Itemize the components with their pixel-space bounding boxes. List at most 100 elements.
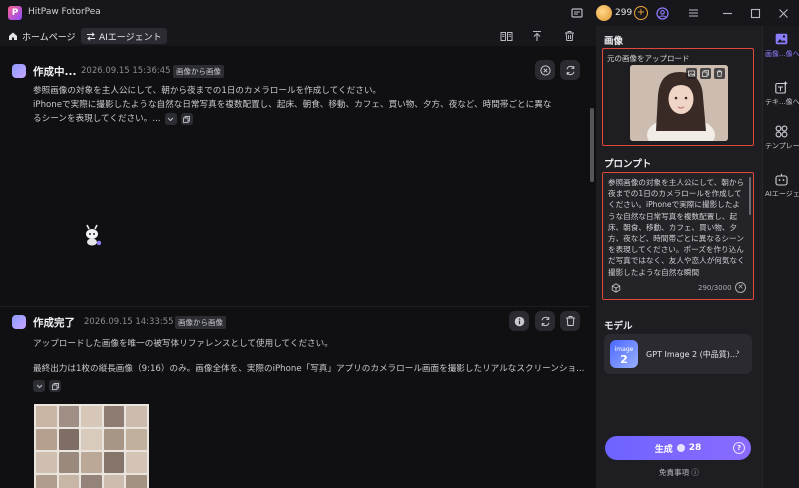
buy-credits-button[interactable]: +	[634, 6, 648, 20]
expand-prompt-button[interactable]	[164, 113, 177, 125]
photo-tile	[126, 475, 147, 488]
result-image-thumbnail[interactable]	[34, 404, 149, 488]
prompt-textarea[interactable]: 参照画像の対象を主人公にして、朝から夜までの1日のカメラロールを作成してください…	[602, 172, 754, 300]
feedback-icon[interactable]	[570, 6, 584, 20]
task-status: 作成中...	[33, 66, 77, 78]
swap-icon	[86, 31, 96, 41]
photo-tile	[36, 429, 57, 450]
ai-agent-label: AIエージェント	[99, 32, 162, 43]
model-name: GPT Image 2 (中品質)...	[646, 350, 738, 359]
photo-tile	[36, 452, 57, 473]
task-tag: 画像から画像	[175, 316, 226, 329]
model-selector[interactable]: image 2 GPT Image 2 (中品質)... ›	[604, 334, 752, 374]
photo-tile	[103, 429, 125, 450]
close-icon[interactable]	[776, 6, 790, 20]
prompt-line: 参照画像の対象を主人公にして、朝から夜までの1日のカメラロールを作成してください…	[33, 86, 382, 96]
prompt-line: アップロードした画像を唯一の被写体リファレンスとして使用してください。	[33, 339, 333, 349]
prompt-char-count: 290/3000	[698, 284, 732, 292]
app-title: HitPaw FotorPea	[28, 7, 101, 17]
credit-coin-icon	[676, 444, 685, 452]
app-logo: P	[8, 6, 22, 20]
maximize-icon[interactable]	[748, 6, 762, 20]
home-link[interactable]: ホームページ	[8, 29, 76, 43]
photo-tile	[103, 406, 125, 427]
text-to-image-icon	[775, 80, 789, 94]
ai-agent-icon	[775, 172, 789, 186]
main-scrollbar[interactable]	[590, 108, 594, 182]
uploaded-photo	[630, 65, 728, 141]
minimize-icon[interactable]	[720, 6, 734, 20]
photo-tile	[103, 475, 125, 488]
prompt-line: るシーンを表現してください。...	[33, 114, 161, 124]
rail-image-to-image[interactable]: 画像...像へ	[763, 32, 799, 59]
prompt-enhance-icon[interactable]	[611, 283, 621, 293]
task-time: 2026.09.15 14:33:55	[84, 317, 174, 327]
upload-caption: 元の画像をアップロード	[607, 54, 690, 63]
regenerate-button[interactable]	[560, 60, 580, 80]
prompt-scrollbar[interactable]	[749, 177, 751, 215]
template-icon	[775, 124, 789, 138]
regenerate-button[interactable]	[535, 311, 555, 331]
info-button[interactable]	[509, 311, 529, 331]
home-icon	[8, 31, 18, 41]
clear-prompt-button[interactable]: ✕	[735, 282, 746, 293]
rail-label: 画像...像へ	[765, 50, 799, 58]
account-icon[interactable]	[655, 6, 669, 20]
ai-agent-tab[interactable]: AIエージェント	[81, 28, 167, 44]
rail-label: テキ...像へ	[765, 98, 799, 106]
credit-count: 299	[615, 8, 633, 18]
photo-tile	[81, 429, 102, 450]
loading-mascot-icon	[82, 222, 102, 248]
rail-text-to-image[interactable]: テキ...像へ	[763, 80, 799, 107]
title-bar: P HitPaw FotorPea 299 +	[0, 0, 799, 26]
copy-prompt-button[interactable]	[180, 113, 193, 125]
photo-tile	[81, 475, 102, 488]
copy-prompt-button[interactable]	[49, 380, 61, 392]
book-icon[interactable]	[499, 29, 513, 43]
model-section-title: モデル	[604, 321, 633, 332]
task-status: 作成完了	[33, 317, 75, 329]
photo-tile	[58, 406, 80, 427]
prompt-line	[33, 351, 584, 362]
help-icon[interactable]: ?	[733, 442, 745, 454]
cancel-task-button[interactable]	[535, 60, 555, 80]
rail-template[interactable]: テンプレート	[763, 124, 799, 151]
prompt-line: iPhoneで実際に撮影したような自然な日常写真を複数配置し、起床、朝食、移動、…	[33, 100, 552, 110]
menu-icon[interactable]	[686, 6, 700, 20]
model-logo-word: image	[614, 346, 634, 353]
trash-icon[interactable]	[562, 29, 576, 43]
chevron-right-icon: ›	[736, 347, 740, 358]
replace-image-icon[interactable]	[686, 68, 697, 79]
copy-image-icon[interactable]	[700, 68, 711, 79]
generate-cost: 28	[688, 443, 702, 453]
agent-avatar	[12, 315, 26, 329]
scroll-top-icon[interactable]	[530, 29, 544, 43]
photo-tile	[103, 452, 125, 473]
task-tag: 画像から画像	[173, 65, 224, 78]
upload-image-box[interactable]: 元の画像をアップロード	[602, 48, 754, 146]
photo-tile	[81, 406, 102, 427]
tool-rail: 画像...像へ テキ...像へ テンプレート AIエージェント	[762, 26, 799, 488]
model-logo-number: 2	[620, 353, 628, 366]
generate-button[interactable]: 生成 28 ?	[605, 436, 751, 460]
remove-image-icon[interactable]	[714, 68, 725, 79]
disclaimer-link[interactable]: 免責事項 ⓘ	[596, 467, 762, 478]
photo-tile	[126, 429, 147, 450]
delete-task-button[interactable]	[560, 311, 580, 331]
agent-avatar	[12, 64, 26, 78]
photo-tile	[58, 475, 80, 488]
task-card-in-progress: 作成中... 2026.09.15 15:36:45 画像から画像 参照画像の対…	[0, 50, 590, 296]
task-prompt: 参照画像の対象を主人公にして、朝から夜までの1日のカメラロールを作成してください…	[33, 84, 551, 126]
generate-label: 生成	[654, 444, 673, 455]
task-prompt: アップロードした画像を唯一の被写体リファレンスとして使用してください。 最終出力…	[33, 337, 584, 392]
photo-tile	[126, 452, 147, 473]
rail-label: テンプレート	[765, 142, 799, 150]
credit-coin-icon	[596, 5, 612, 21]
expand-prompt-button[interactable]	[33, 380, 45, 392]
prompt-text[interactable]: 参照画像の対象を主人公にして、朝から夜までの1日のカメラロールを作成してください…	[608, 177, 746, 277]
image-section-title: 画像	[604, 36, 624, 47]
top-navbar: ホームページ AIエージェント	[0, 26, 596, 46]
photo-tile	[81, 452, 102, 473]
prompt-line: 最終出力は1枚の縦長画像（9:16）のみ。画像全体を、実際のiPhone「写真」…	[33, 364, 585, 374]
rail-ai-agent[interactable]: AIエージェント	[763, 172, 799, 199]
